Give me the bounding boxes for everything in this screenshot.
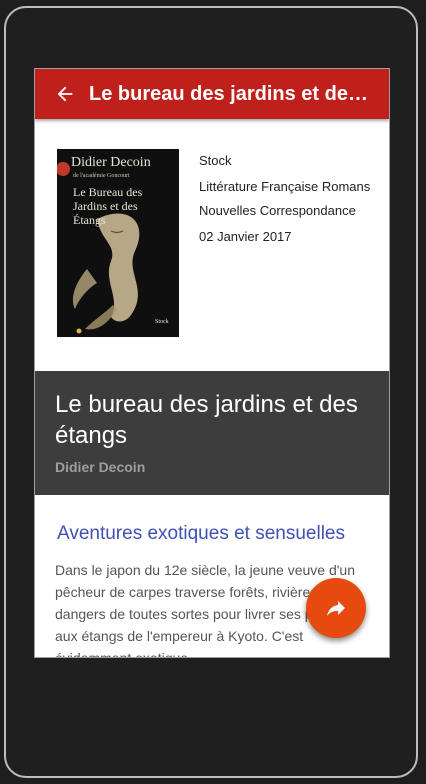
book-info: Didier Decoin de l'académie Goncourt Le … (57, 149, 389, 339)
share-icon (327, 601, 345, 616)
cover-title: Le Bureau des Jardins et des Étangs (73, 185, 143, 227)
app-bar: Le bureau des jardins et des ... (35, 69, 389, 119)
cover-author: Didier Decoin (71, 155, 151, 170)
cover-subtitle: de l'académie Goncourt (73, 173, 130, 179)
arrow-back-icon (57, 86, 73, 102)
book-title: Le bureau des jardins et des étangs (55, 391, 358, 449)
back-button[interactable] (41, 69, 89, 119)
publisher-label: Stock (199, 153, 232, 168)
app-screen: Le bureau des jardins et des ... Didier … (34, 68, 390, 658)
app-bar-title: Le bureau des jardins et des ... (89, 82, 379, 105)
share-button[interactable] (306, 578, 366, 638)
book-author[interactable]: Didier Decoin (55, 459, 145, 475)
book-cover[interactable]: Didier Decoin de l'académie Goncourt Le … (57, 149, 179, 337)
teaser-heading: Aventures exotiques et sensuelles (57, 523, 345, 544)
cover-publisher: Stock (155, 319, 169, 325)
title-band: Le bureau des jardins et des étangs Didi… (35, 371, 389, 495)
genre-line-2: Nouvelles Correspondance (199, 203, 356, 218)
genre-line-1: Littérature Française Romans (199, 179, 371, 194)
book-meta: Stock Littérature Française Romans Nouve… (199, 149, 370, 249)
publication-date: 02 Janvier 2017 (199, 229, 292, 244)
